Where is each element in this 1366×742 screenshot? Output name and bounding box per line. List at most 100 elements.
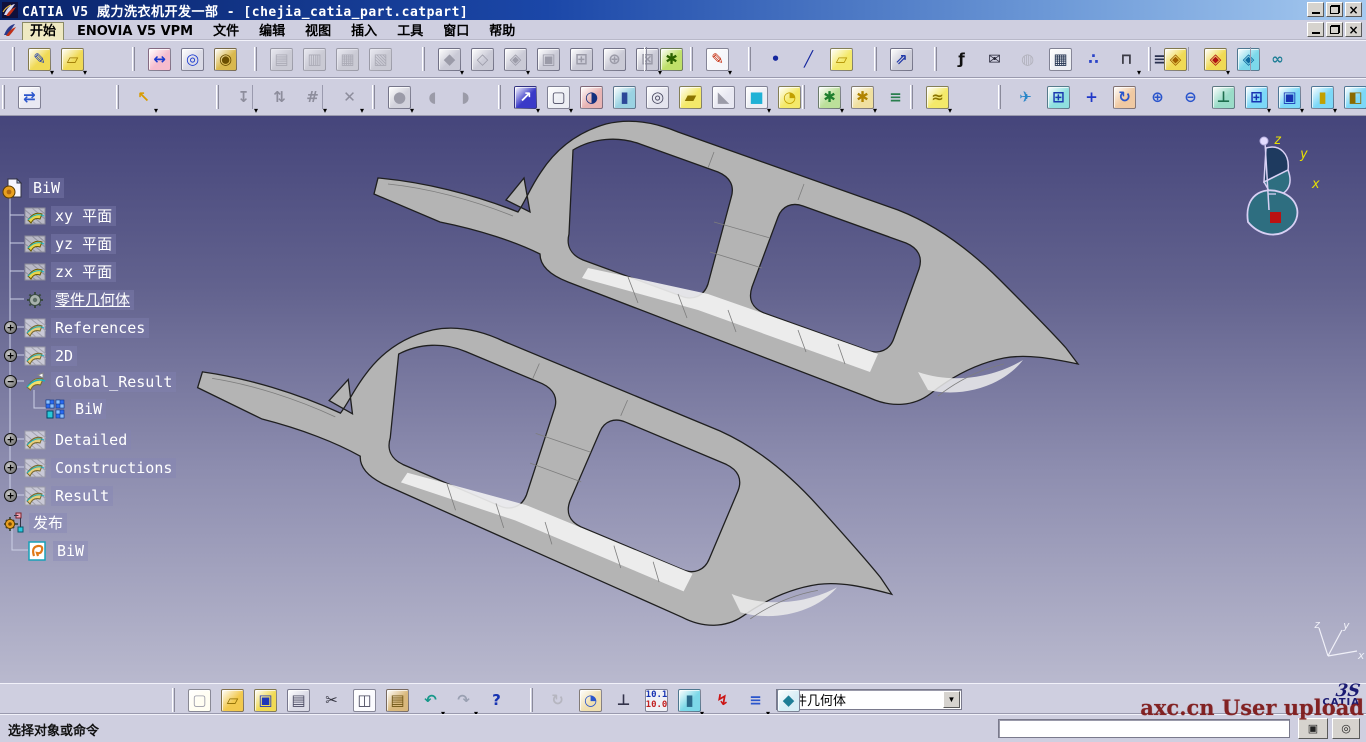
tree-item-label[interactable]: BiW <box>71 399 106 419</box>
multiple-extract-icon[interactable]: ⊠ <box>634 46 661 73</box>
point-icon[interactable]: • <box>762 46 789 73</box>
tree-item-biw[interactable]: BiW <box>44 398 106 420</box>
toolbar-grip[interactable] <box>802 85 805 109</box>
search-database-button[interactable]: ◎ <box>1332 718 1360 739</box>
tree-expander-collapsed[interactable]: + <box>4 321 17 334</box>
toolbar-grip[interactable] <box>422 47 425 71</box>
fit-all-icon[interactable]: ⊞ <box>1045 84 1072 111</box>
new-icon[interactable]: ▢ <box>186 687 213 714</box>
hole-icon[interactable]: ◎ <box>644 84 671 111</box>
tree-item-zx-平面[interactable]: zx 平面 <box>24 261 116 283</box>
child-minimize-button[interactable] <box>1307 22 1324 37</box>
power-input[interactable] <box>998 719 1290 738</box>
toolbar-grip[interactable] <box>530 688 533 712</box>
pan-icon[interactable]: + <box>1078 84 1105 111</box>
design-table-icon[interactable]: ▦ <box>1047 46 1074 73</box>
toolbar-grip[interactable] <box>910 85 913 109</box>
update-icon[interactable]: ↯ <box>709 687 736 714</box>
menu-窗口[interactable]: 窗口 <box>436 23 476 40</box>
copy-icon[interactable]: ◫ <box>351 687 378 714</box>
menu-插入[interactable]: 插入 <box>344 23 384 40</box>
tree-item-2d[interactable]: 2D <box>24 345 77 367</box>
tree-item-label[interactable]: BiW <box>53 541 88 561</box>
combo-arrow-icon[interactable]: ▼ <box>943 691 960 708</box>
select-arrow-icon[interactable]: ↖ <box>130 84 157 111</box>
paste-icon[interactable]: ▤ <box>384 687 411 714</box>
close-button[interactable]: × <box>1345 2 1362 17</box>
join-surface-icon[interactable]: ◆ <box>436 46 463 73</box>
open-folder-icon[interactable]: ▱ <box>59 46 86 73</box>
current-body-icon[interactable]: ▮ <box>676 687 703 714</box>
snap-values-icon[interactable]: 10.110.0 <box>643 687 670 714</box>
relations-icon[interactable]: ∴ <box>1080 46 1107 73</box>
lock-icon[interactable]: ⊓ <box>1113 46 1140 73</box>
body-selector-combo[interactable]: 零件几何体 ▼ <box>776 689 962 710</box>
print-icon[interactable]: ▤ <box>285 687 312 714</box>
tree-expander-collapsed[interactable]: + <box>4 349 17 362</box>
whats-this-icon[interactable]: ? <box>483 687 510 714</box>
sphere-icon[interactable]: ● <box>386 84 413 111</box>
toolbar-grip[interactable] <box>748 47 751 71</box>
tree-item-biw[interactable]: BiW <box>26 540 88 562</box>
render-style-icon[interactable]: ▮ <box>1309 84 1336 111</box>
chamfer-icon[interactable]: ◣ <box>710 84 737 111</box>
quick-scale-icon[interactable]: ✕ <box>336 84 363 111</box>
tree-item-references[interactable]: References <box>24 317 149 339</box>
tree-item-label[interactable]: 发布 <box>29 513 67 533</box>
cylinder-icon[interactable]: ▮ <box>611 84 638 111</box>
expand-input-button[interactable]: ▣ <box>1298 718 1328 739</box>
toolbar-grip[interactable] <box>216 85 219 109</box>
power-copy-save-icon[interactable]: ▥ <box>301 46 328 73</box>
restore-button[interactable] <box>1326 2 1343 17</box>
normal-view-icon[interactable]: ⊥ <box>1210 84 1237 111</box>
extruded-view-icon[interactable]: ⇗ <box>888 46 915 73</box>
save-icon[interactable]: ▣ <box>252 687 279 714</box>
settings-gear-icon[interactable]: ✱ <box>658 46 685 73</box>
tree-item-biw[interactable]: BiW <box>2 177 64 199</box>
minimize-button[interactable] <box>1307 2 1324 17</box>
line-icon[interactable]: ╱ <box>795 46 822 73</box>
tree-reorder-icon[interactable]: ≡ <box>882 84 909 111</box>
structure-list-icon[interactable]: ≡ <box>742 687 769 714</box>
tree-item-label[interactable]: Global_Result <box>51 372 176 392</box>
menu-enovia-v5-vpm[interactable]: ENOVIA V5 VPM <box>70 23 200 40</box>
invert-visible-icon[interactable]: ⇅ <box>266 84 293 111</box>
knowledge-comment-icon[interactable]: ✉ <box>981 46 1008 73</box>
iso-view-icon[interactable]: ▣ <box>1276 84 1303 111</box>
menu-帮助[interactable]: 帮助 <box>482 23 522 40</box>
plane-icon[interactable]: ▱ <box>828 46 855 73</box>
catalog-cyan-icon[interactable]: ◈ <box>1235 46 1262 73</box>
rough-offset-icon[interactable]: ◖ <box>419 84 446 111</box>
tree-item-constructions[interactable]: Constructions <box>24 457 176 479</box>
tree-expander-expanded[interactable]: − <box>4 375 17 388</box>
tree-expander-collapsed[interactable]: + <box>4 489 17 502</box>
toolbar-grip[interactable] <box>12 47 15 71</box>
globe-hand-icon[interactable]: ◔ <box>577 687 604 714</box>
tree-item-label[interactable]: 2D <box>51 346 77 366</box>
tree-item-label[interactable]: Constructions <box>51 458 176 478</box>
catalog-yellow-icon[interactable]: ◈ <box>1162 46 1189 73</box>
extract-icon[interactable]: ⊕ <box>601 46 628 73</box>
undo-icon[interactable]: ↶ <box>417 687 444 714</box>
tree-expander-collapsed[interactable]: + <box>4 433 17 446</box>
toolbar-grip[interactable] <box>132 47 135 71</box>
axis-system-icon[interactable]: ⊥ <box>610 687 637 714</box>
fill-icon[interactable]: ▰ <box>677 84 704 111</box>
fold-icon[interactable]: ◔ <box>776 84 803 111</box>
toolbar-grip[interactable] <box>644 47 647 71</box>
child-restore-button[interactable] <box>1326 22 1343 37</box>
child-close-button[interactable]: × <box>1345 22 1362 37</box>
disassemble-icon[interactable]: ▣ <box>535 46 562 73</box>
tree-item-label[interactable]: BiW <box>29 178 64 198</box>
rotate-icon[interactable]: ↻ <box>1111 84 1138 111</box>
power-copy-icon[interactable]: ▤ <box>268 46 295 73</box>
compass-handle[interactable] <box>1260 137 1268 145</box>
toolbar-grip[interactable] <box>116 85 119 109</box>
boundary-icon[interactable]: ⊞ <box>568 46 595 73</box>
measure-between-icon[interactable]: ↔ <box>146 46 173 73</box>
tree-item-label[interactable]: 零件几何体 <box>51 290 134 310</box>
split-icon[interactable]: ◑ <box>578 84 605 111</box>
tree-item-xy-平面[interactable]: xy 平面 <box>24 205 116 227</box>
zoom-out-icon[interactable]: ⊖ <box>1177 84 1204 111</box>
toolbar-grip[interactable] <box>172 688 175 712</box>
